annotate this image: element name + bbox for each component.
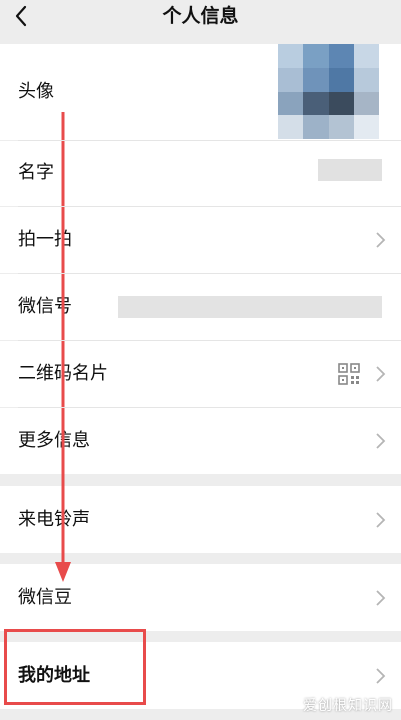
row-label-ringtone: 来电铃声 <box>18 509 90 530</box>
avatar[interactable] <box>278 44 379 139</box>
chevron-right-icon <box>376 512 386 528</box>
row-label-qr-card: 二维码名片 <box>18 363 108 384</box>
chevron-right-icon <box>376 433 386 449</box>
row-wechat-beans[interactable]: 微信豆 <box>0 564 401 631</box>
chevron-right-icon <box>376 366 386 382</box>
page-title: 个人信息 <box>162 5 239 27</box>
qr-code-icon <box>338 363 360 385</box>
highlight-box <box>4 629 146 705</box>
divider <box>18 340 401 341</box>
divider <box>18 206 401 207</box>
divider <box>18 407 401 408</box>
row-label-avatar: 头像 <box>18 81 54 102</box>
row-wechat-id[interactable]: 微信号 <box>0 274 401 340</box>
row-label-pat: 拍一拍 <box>18 229 72 250</box>
row-qr-card[interactable]: 二维码名片 <box>0 341 401 407</box>
row-label-wechat-id: 微信号 <box>18 296 72 317</box>
chevron-right-icon <box>376 590 386 606</box>
chevron-right-icon <box>376 668 386 684</box>
row-label-name: 名字 <box>18 162 54 183</box>
chevron-right-icon <box>376 232 386 248</box>
row-name[interactable]: 名字 <box>0 141 401 206</box>
row-ringtone[interactable]: 来电铃声 <box>0 486 401 553</box>
divider <box>18 140 401 141</box>
row-label-more-info: 更多信息 <box>18 430 90 451</box>
navigation-bar: 个人信息 <box>0 0 401 44</box>
row-label-wechat-beans: 微信豆 <box>18 587 72 608</box>
divider <box>18 273 401 274</box>
row-more-info[interactable]: 更多信息 <box>0 408 401 474</box>
wechat-id-value-blurred <box>118 296 382 318</box>
row-pat[interactable]: 拍一拍 <box>0 207 401 273</box>
name-value-blurred <box>318 159 382 181</box>
watermark: 爱创根知识网 <box>303 698 393 714</box>
